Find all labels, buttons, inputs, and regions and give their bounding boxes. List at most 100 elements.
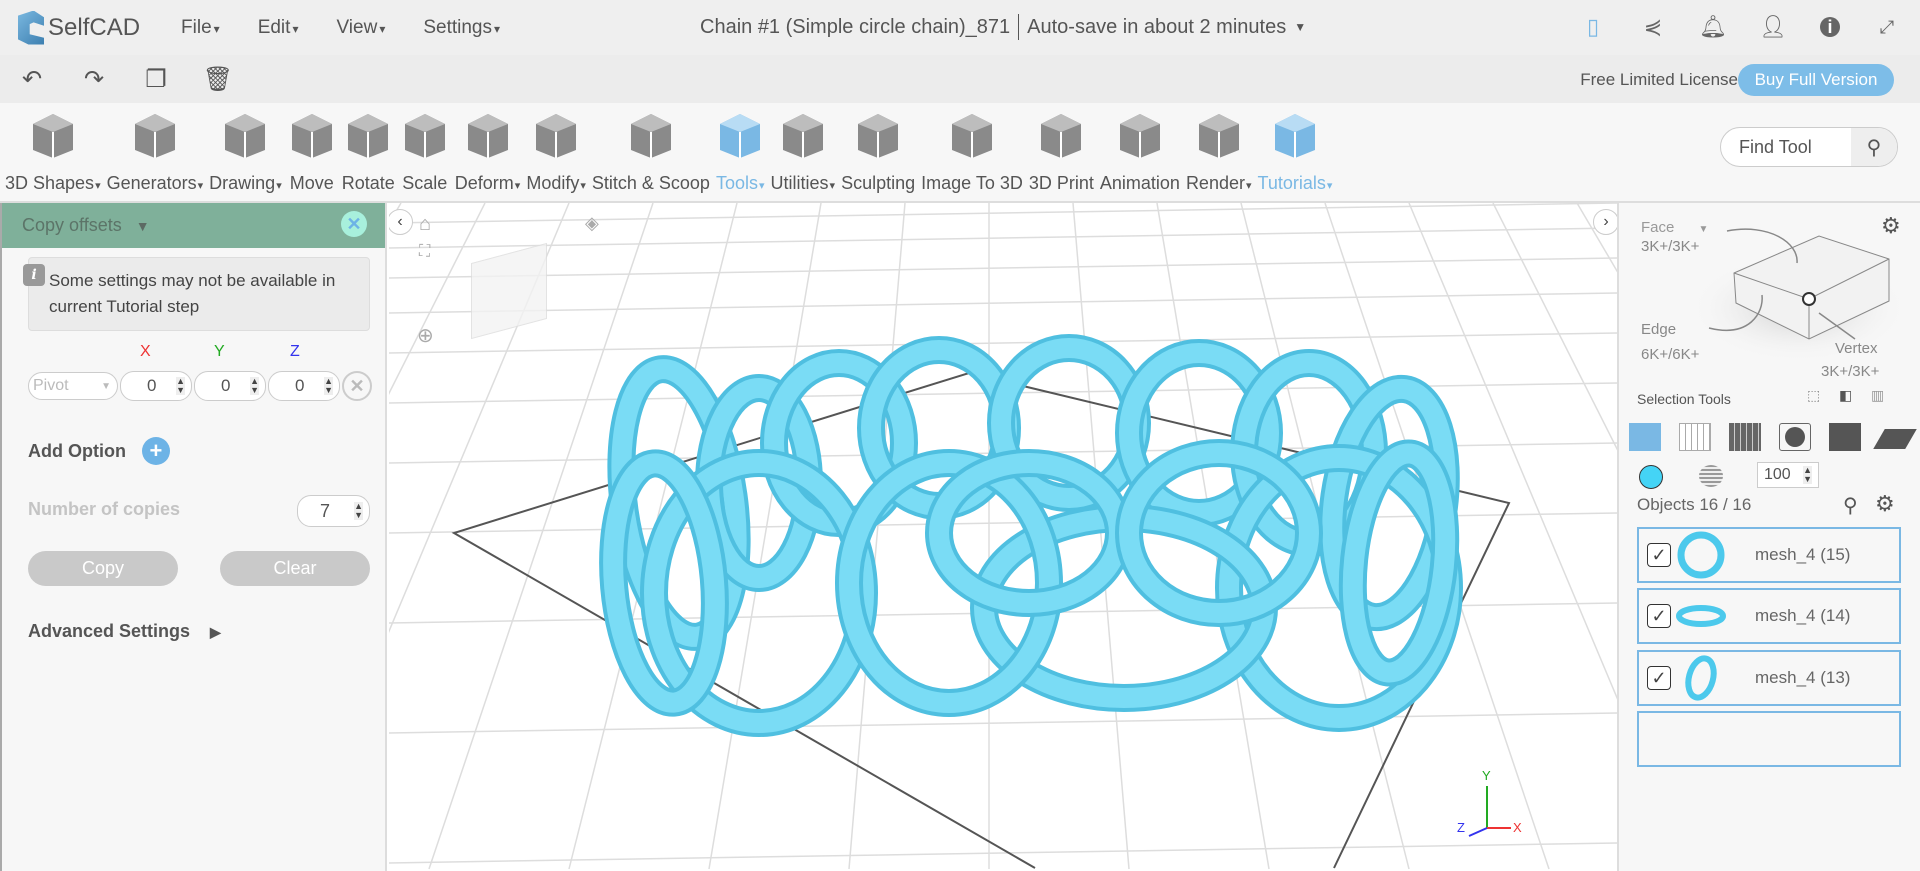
tool-utilities[interactable]: Utilities bbox=[768, 103, 839, 201]
object-thumbnail bbox=[1677, 531, 1725, 579]
tool-modify[interactable]: Modify bbox=[523, 103, 589, 201]
plane-icon[interactable] bbox=[1873, 429, 1917, 449]
advanced-settings-toggle[interactable]: Advanced Settings ▶ bbox=[28, 621, 221, 642]
select-connected-icon[interactable]: ◧ bbox=[1839, 387, 1852, 404]
license-label: Free Limited License bbox=[1580, 70, 1738, 89]
clear-button[interactable]: Clear bbox=[220, 551, 370, 586]
project-title[interactable]: Chain #1 (Simple circle chain)_871 bbox=[700, 16, 1010, 39]
redo-icon[interactable]: ↷ bbox=[82, 66, 106, 93]
remove-option-button[interactable]: ✕ bbox=[342, 371, 372, 401]
y-offset-input[interactable]: 0 ▲ ▼ bbox=[194, 371, 266, 401]
split-cube-icon[interactable] bbox=[1829, 423, 1861, 451]
find-tool[interactable]: ⚲ bbox=[1720, 127, 1898, 167]
sphere-in-cube-icon[interactable] bbox=[1779, 423, 1811, 451]
home-icon[interactable]: ⌂ bbox=[419, 213, 431, 236]
texture-icon[interactable] bbox=[1699, 465, 1723, 487]
object-item[interactable]: ✓ mesh_4 (15) bbox=[1637, 527, 1901, 583]
autosave-status[interactable]: Auto-save in about 2 minutes bbox=[1027, 16, 1286, 39]
tool-drawing[interactable]: Drawing bbox=[206, 103, 285, 201]
vertex-label[interactable]: Vertex bbox=[1835, 340, 1878, 357]
copies-input[interactable]: 7 ▲ ▼ bbox=[297, 495, 370, 527]
3d-viewport[interactable]: ‹ › ⌂ ⛶ ⊕ ◈ Y X Z bbox=[389, 203, 1617, 871]
tool-stitch-scoop[interactable]: Stitch & Scoop bbox=[589, 103, 713, 201]
box-select-icon[interactable]: ⬚ bbox=[1807, 387, 1820, 404]
menu-edit[interactable]: Edit bbox=[239, 17, 318, 39]
gear-icon[interactable]: ⚙ bbox=[1875, 491, 1895, 517]
search-icon[interactable]: ⚲ bbox=[1851, 128, 1897, 166]
stepper-icon[interactable]: ▲ ▼ bbox=[324, 377, 333, 395]
z-offset-input[interactable]: 0 ▲ ▼ bbox=[268, 371, 340, 401]
grid-line bbox=[389, 203, 1617, 224]
edge-label[interactable]: Edge bbox=[1641, 321, 1676, 338]
face-grid-icon[interactable] bbox=[1679, 423, 1711, 451]
object-item[interactable]: ✓ mesh_4 (14) bbox=[1637, 588, 1901, 644]
fullscreen-icon[interactable]: ⤢ bbox=[1874, 14, 1900, 40]
tool-render[interactable]: Render bbox=[1183, 103, 1255, 201]
tool-3d-shapes[interactable]: 3D Shapes bbox=[2, 103, 104, 201]
stepper-icon[interactable]: ▲ ▼ bbox=[1803, 466, 1812, 484]
chevron-down-icon: ▼ bbox=[101, 380, 111, 392]
selfcad-logo[interactable]: SelfCAD bbox=[18, 10, 140, 45]
fit-view-icon[interactable]: ⛶ bbox=[419, 243, 430, 261]
chevron-down-icon[interactable]: ▼ bbox=[1294, 20, 1306, 34]
rotate-icon bbox=[344, 103, 392, 167]
tool-move[interactable]: Move bbox=[285, 103, 339, 201]
menu-file[interactable]: File bbox=[162, 17, 239, 39]
buy-full-version-button[interactable]: Buy Full Version bbox=[1738, 64, 1894, 96]
tool-deform[interactable]: Deform bbox=[452, 103, 524, 201]
sculpting-icon bbox=[854, 103, 902, 167]
tool-3d-print[interactable]: 3D Print bbox=[1026, 103, 1097, 201]
bell-icon[interactable]: 🔔︎ bbox=[1699, 14, 1727, 40]
menu-view[interactable]: View bbox=[317, 17, 404, 39]
save-icon[interactable]: ▯ bbox=[1580, 14, 1606, 40]
info-icon[interactable]: i bbox=[1820, 17, 1840, 37]
copy-button[interactable]: Copy bbox=[28, 551, 178, 586]
share-icon[interactable]: ⋞ bbox=[1640, 14, 1666, 40]
selection-tools-label: Selection Tools bbox=[1637, 391, 1731, 407]
tool-animation[interactable]: Animation bbox=[1097, 103, 1183, 201]
tutorial-notice: i Some settings may not be available in c… bbox=[23, 257, 370, 331]
tool-generators[interactable]: Generators bbox=[104, 103, 207, 201]
undo-icon[interactable]: ↶ bbox=[20, 66, 44, 93]
tool-image-to-3d[interactable]: Image To 3D bbox=[918, 103, 1026, 201]
find-tool-input[interactable] bbox=[1721, 136, 1851, 158]
plus-icon[interactable]: + bbox=[141, 437, 170, 465]
grid-line bbox=[389, 712, 1617, 734]
copy-icon[interactable]: ❐ bbox=[144, 66, 168, 93]
tool-scale[interactable]: Scale bbox=[398, 103, 452, 201]
stepper-icon[interactable]: ▲ ▼ bbox=[250, 377, 259, 395]
object-item[interactable] bbox=[1637, 711, 1901, 767]
visibility-checkbox[interactable]: ✓ bbox=[1647, 604, 1671, 628]
caret-down-icon[interactable]: ▼ bbox=[136, 218, 150, 234]
add-option[interactable]: Add Option + bbox=[28, 437, 170, 465]
user-icon[interactable]: 👤︎ bbox=[1759, 14, 1787, 40]
panel-header[interactable]: Copy offsets ▼ ✕ bbox=[2, 203, 385, 248]
visibility-checkbox[interactable]: ✓ bbox=[1647, 543, 1671, 567]
collapse-right-panel-button[interactable]: › bbox=[1593, 209, 1617, 235]
pivot-select[interactable]: Pivot ▼ bbox=[28, 372, 118, 400]
scene-canvas[interactable] bbox=[389, 203, 1617, 871]
visibility-checkbox[interactable]: ✓ bbox=[1647, 666, 1671, 690]
close-icon[interactable]: ✕ bbox=[341, 211, 367, 237]
solid-grid-icon[interactable] bbox=[1729, 423, 1761, 451]
tool-rotate[interactable]: Rotate bbox=[339, 103, 398, 201]
drawing-icon bbox=[221, 103, 269, 167]
tool-sculpting[interactable]: Sculpting bbox=[838, 103, 918, 201]
stepper-icon[interactable]: ▲ ▼ bbox=[354, 502, 363, 520]
opacity-input[interactable]: 100 ▲ ▼ bbox=[1757, 462, 1819, 488]
trash-icon[interactable]: 🗑︎ bbox=[203, 66, 233, 93]
object-item[interactable]: ✓ mesh_4 (13) bbox=[1637, 650, 1901, 706]
search-icon[interactable]: ⚲ bbox=[1843, 493, 1858, 518]
menu-settings[interactable]: Settings bbox=[404, 17, 519, 39]
orbit-icon[interactable]: ⊕ bbox=[417, 323, 434, 348]
tool-tools[interactable]: Tools bbox=[713, 103, 768, 201]
stepper-icon[interactable]: ▲ ▼ bbox=[176, 377, 185, 395]
projection-icon[interactable]: ◈ bbox=[585, 213, 599, 234]
stitch-scoop-icon bbox=[627, 103, 675, 167]
color-swatch[interactable] bbox=[1639, 465, 1663, 489]
select-all-icon[interactable]: ▥ bbox=[1871, 387, 1884, 404]
x-offset-input[interactable]: 0 ▲ ▼ bbox=[120, 371, 192, 401]
tool-tutorials[interactable]: Tutorials bbox=[1255, 103, 1336, 201]
object-select-icon[interactable] bbox=[1629, 423, 1661, 451]
logo-icon bbox=[18, 10, 44, 45]
